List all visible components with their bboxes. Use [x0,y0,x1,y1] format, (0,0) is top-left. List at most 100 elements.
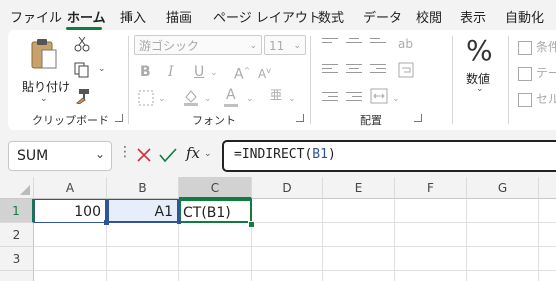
cut-icon[interactable] [74,36,90,52]
font-color-icon[interactable]: A [226,87,236,103]
align-bottom-icon[interactable] [370,38,386,50]
merge-dropdown-icon[interactable]: ⌄ [392,91,400,107]
insert-function-icon[interactable]: fx [186,144,200,162]
borders-dropdown-icon[interactable]: ⌄ [158,91,166,107]
font-size-select[interactable]: 11 ⌄ [264,35,306,55]
phonetic-icon[interactable]: 亜 [270,87,282,103]
worksheet-grid: A B C D E F G 1 2 3 100 A1 CT(B1) [0,177,556,281]
merge-center-icon[interactable] [370,88,388,104]
percent-icon: % [466,34,493,67]
cell-a1[interactable]: 100 [34,199,107,223]
clipboard-group-label: クリップボード [32,114,109,127]
tab-data[interactable]: データ [363,7,402,26]
column-header-d[interactable]: D [252,177,323,199]
enter-check-icon[interactable] [159,147,177,163]
conditional-format-label: 条件 [535,40,556,54]
tab-view[interactable]: 表示 [460,7,486,26]
fill-handle[interactable] [248,221,255,228]
phonetic-dropdown-icon[interactable]: ⌄ [288,91,296,107]
conditional-format-button[interactable]: 条件 [518,38,556,55]
format-as-table-label: テー [535,66,556,80]
fill-color-icon[interactable] [182,88,200,106]
format-painter-icon[interactable] [74,88,90,104]
font-launcher-icon[interactable] [296,114,304,122]
tab-home[interactable]: ホーム [67,7,106,26]
cell-b1[interactable]: A1 [107,199,179,223]
align-middle-icon[interactable] [346,38,362,50]
bold-button[interactable]: B [140,64,151,80]
group-separator [310,36,311,124]
group-separator [128,36,129,124]
cancel-icon[interactable] [136,147,152,163]
paste-dropdown-icon[interactable]: ⌄ [40,94,48,104]
align-left-icon[interactable] [322,64,338,76]
align-right-icon[interactable] [370,64,386,76]
italic-button[interactable]: I [168,64,174,80]
copy-icon[interactable] [74,62,90,78]
ref-handle-b1[interactable] [104,220,109,225]
format-as-table-button[interactable]: テー [518,64,556,81]
group-separator [452,36,453,124]
increase-indent-icon[interactable] [346,92,362,104]
cell-c1-active[interactable]: CT(B1) [179,199,252,223]
chevron-down-icon[interactable]: ⌄ [204,149,212,159]
underline-button[interactable]: U [194,64,204,80]
tab-insert[interactable]: 挿入 [120,7,146,26]
cell-styles-button[interactable]: セル [518,90,556,107]
number-format-button[interactable]: % 数値 ⌄ [460,34,500,104]
paste-button[interactable]: 貼り付け ⌄ [18,38,71,108]
column-header-a[interactable]: A [34,177,107,199]
clipboard-icon [31,39,57,69]
select-all-corner[interactable] [0,177,34,199]
more-options-icon[interactable]: ⋮ [118,145,132,159]
font-color-dropdown-icon[interactable]: ⌄ [246,91,254,107]
alignment-launcher-icon[interactable] [414,114,422,122]
column-header-b[interactable]: B [107,177,179,199]
paste-label: 貼り付け [22,80,71,94]
formula-text: =INDIRECT(B1) [234,147,336,162]
clipboard-launcher-icon[interactable] [115,114,123,122]
table-grid-icon [518,40,532,55]
tab-automate[interactable]: 自動化 [505,7,544,26]
borders-icon[interactable] [138,90,154,106]
increase-font-icon[interactable]: A^ [234,63,250,83]
alignment-group-label: 配置 [360,114,382,127]
row-header-2[interactable]: 2 [0,223,34,247]
align-center-icon[interactable] [346,64,362,76]
tab-page-layout[interactable]: ページ レイアウト [213,7,321,26]
orientation-icon[interactable]: ab [398,36,413,52]
wrap-text-icon[interactable] [398,62,414,78]
ribbon-panel: 貼り付け ⌄ ⌄ クリップボード 游ゴシック ⌄ 11 ⌄ B I U ⌄ A^… [8,30,556,130]
tab-review[interactable]: 校閲 [416,7,442,26]
ref-handle-b1-right[interactable] [177,220,181,224]
chevron-down-icon: ⌄ [476,84,484,94]
formula-suffix: ) [327,147,336,162]
copy-dropdown-icon[interactable]: ⌄ [98,64,106,74]
chevron-down-icon: ⌄ [95,147,106,161]
font-name-select[interactable]: 游ゴシック ⌄ [134,35,262,55]
formula-input[interactable]: =INDIRECT(B1) [222,140,556,172]
tab-formulas[interactable]: 数式 [318,7,344,26]
column-header-g[interactable]: G [467,177,539,199]
chevron-down-icon: ⌄ [249,41,257,51]
table-grid-icon [518,66,532,81]
column-header-c[interactable]: C [179,177,252,199]
font-name-value: 游ゴシック [139,39,200,53]
ribbon-tabs: ファイル ホーム 挿入 描画 ページ レイアウト 数式 データ 校閲 表示 自動… [0,0,556,30]
decrease-font-icon[interactable]: Av [258,63,271,82]
column-header-e[interactable]: E [323,177,395,199]
font-size-value: 11 [269,39,285,53]
name-box[interactable]: SUM ⌄ [8,141,112,171]
decrease-indent-icon[interactable] [322,92,338,104]
fill-color-dropdown-icon[interactable]: ⌄ [204,91,212,107]
underline-dropdown-icon[interactable]: ⌄ [210,65,218,81]
row-header-partial[interactable] [0,271,34,281]
column-header-partial[interactable] [539,177,556,199]
font-color-swatch [224,104,238,107]
row-header-1[interactable]: 1 [0,199,34,223]
tab-draw[interactable]: 描画 [166,7,192,26]
tab-file[interactable]: ファイル [10,7,62,26]
column-header-f[interactable]: F [395,177,467,199]
align-top-icon[interactable] [322,38,338,50]
row-header-3[interactable]: 3 [0,247,34,271]
